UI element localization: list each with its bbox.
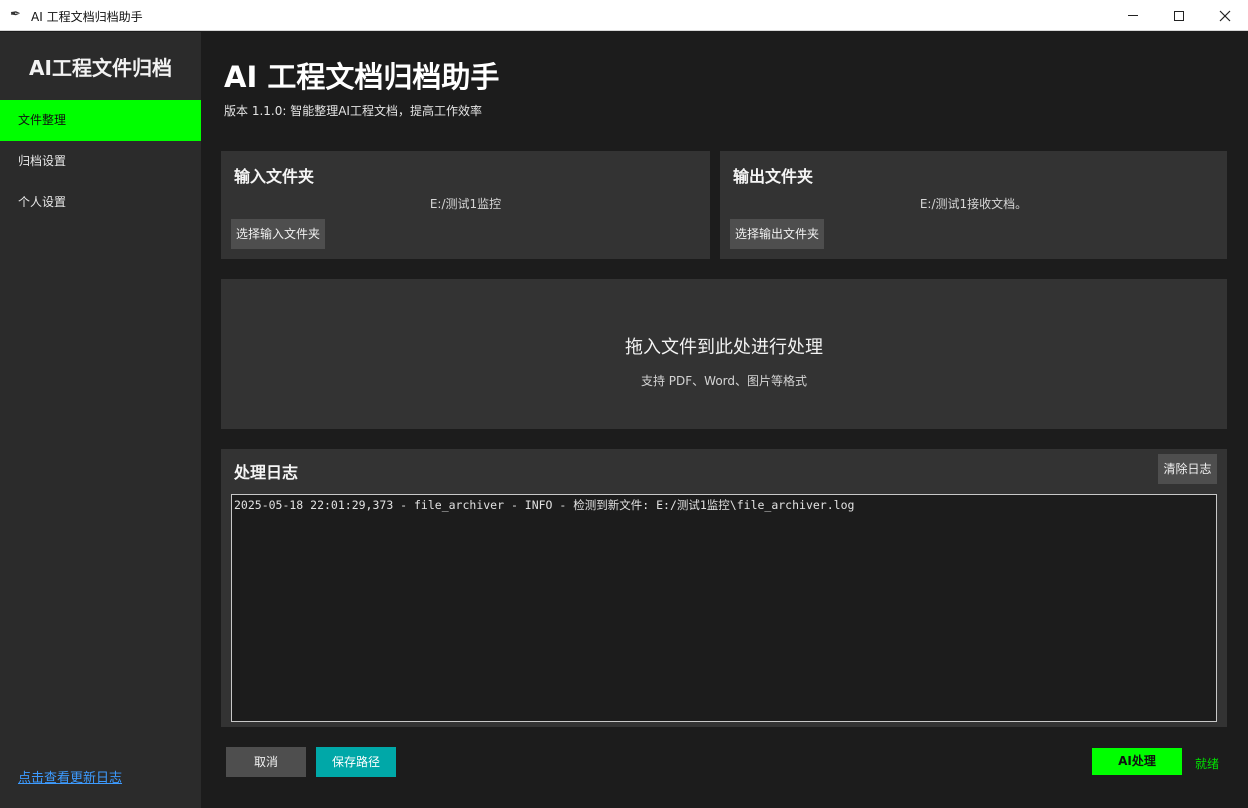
input-folder-panel: 输入文件夹 E:/测试1监控 选择输入文件夹	[221, 151, 710, 259]
page-subtitle: 版本 1.1.0: 智能整理AI工程文档，提高工作效率	[224, 104, 482, 118]
ai-process-button[interactable]: AI处理	[1092, 748, 1182, 775]
app-window: ✒ AI 工程文档归档助手 AI工程文件归档 文件整理 归档设置 个人设置 点击…	[0, 0, 1248, 808]
drop-zone-title: 拖入文件到此处进行处理	[625, 337, 823, 358]
drop-zone-subtitle: 支持 PDF、Word、图片等格式	[640, 374, 808, 388]
feather-icon: ✒	[10, 7, 21, 22]
log-title: 处理日志	[234, 463, 299, 482]
log-textarea[interactable]: 2025-05-18 22:01:29,373 - file_archiver …	[231, 494, 1217, 722]
output-folder-path: E:/测试1接收文档。	[919, 197, 1028, 211]
select-input-folder-button[interactable]: 选择输入文件夹	[231, 219, 326, 249]
log-panel: 处理日志 清除日志 2025-05-18 22:01:29,373 - file…	[221, 449, 1227, 727]
maximize-button[interactable]	[1156, 0, 1202, 31]
title-bar: ✒ AI 工程文档归档助手	[0, 0, 1248, 31]
minimize-button[interactable]	[1110, 0, 1156, 31]
sidebar-item-archive-settings[interactable]: 归档设置	[0, 141, 201, 182]
close-icon	[1219, 10, 1231, 21]
cancel-button[interactable]: 取消	[226, 747, 306, 777]
clear-log-button[interactable]: 清除日志	[1158, 454, 1217, 484]
file-drop-zone[interactable]: 拖入文件到此处进行处理 支持 PDF、Word、图片等格式	[221, 279, 1227, 429]
status-text: 就绪	[1195, 757, 1220, 771]
close-button[interactable]	[1202, 0, 1248, 31]
sidebar-item-label: 个人设置	[18, 195, 67, 209]
select-output-folder-button[interactable]: 选择输出文件夹	[730, 219, 825, 249]
sidebar-item-personal-settings[interactable]: 个人设置	[0, 182, 201, 223]
output-folder-title: 输出文件夹	[733, 167, 814, 186]
maximize-icon	[1174, 10, 1184, 21]
window-title: AI 工程文档归档助手	[31, 10, 143, 24]
sidebar-item-label: 归档设置	[18, 154, 67, 168]
input-folder-title: 输入文件夹	[234, 167, 315, 186]
page-title: AI 工程文档归档助手	[224, 60, 500, 94]
log-line: 2025-05-18 22:01:29,373 - file_archiver …	[234, 498, 855, 512]
sidebar-brand: AI工程文件归档	[29, 56, 172, 80]
changelog-link[interactable]: 点击查看更新日志	[18, 767, 122, 786]
minimize-icon	[1128, 15, 1138, 16]
sidebar-item-label: 文件整理	[18, 113, 67, 127]
sidebar: AI工程文件归档 文件整理 归档设置 个人设置 点击查看更新日志	[0, 32, 201, 808]
sidebar-item-file-organize[interactable]: 文件整理	[0, 100, 201, 141]
input-folder-path: E:/测试1监控	[429, 197, 502, 211]
output-folder-panel: 输出文件夹 E:/测试1接收文档。 选择输出文件夹	[720, 151, 1227, 259]
save-path-button[interactable]: 保存路径	[316, 747, 396, 777]
